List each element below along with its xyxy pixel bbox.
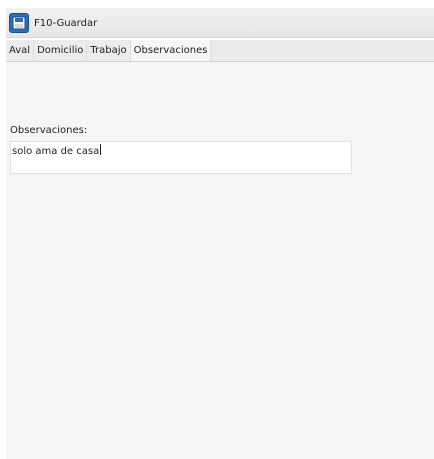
- tab-trabajo[interactable]: Trabajo: [87, 40, 131, 61]
- tab-bar: Aval Domicilio Trabajo Observaciones: [6, 40, 434, 62]
- observaciones-label: Observaciones:: [10, 125, 88, 136]
- observaciones-field[interactable]: solo ama de casa: [10, 141, 352, 174]
- save-button[interactable]: F10-Guardar: [9, 11, 103, 35]
- tab-observaciones[interactable]: Observaciones: [130, 40, 212, 61]
- observaciones-value: solo ama de casa: [12, 146, 100, 157]
- save-icon: [9, 13, 29, 33]
- tab-domicilio[interactable]: Domicilio: [34, 40, 88, 61]
- observaciones-panel: Observaciones: solo ama de casa: [6, 62, 434, 459]
- toolbar: F10-Guardar: [6, 8, 434, 38]
- text-caret: [100, 144, 102, 155]
- save-button-label: F10-Guardar: [34, 17, 98, 29]
- tab-aval[interactable]: Aval: [6, 40, 35, 61]
